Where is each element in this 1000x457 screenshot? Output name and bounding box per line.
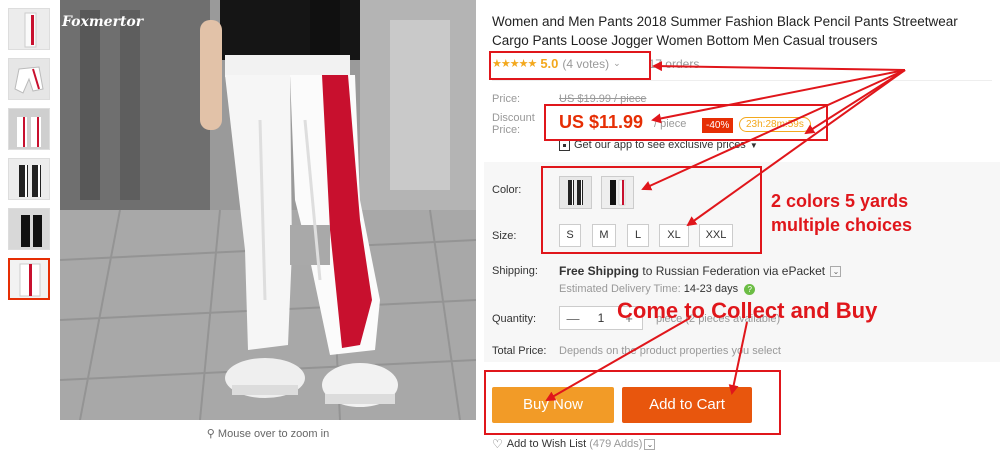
help-icon[interactable]: ? bbox=[744, 284, 756, 295]
thumbnail-2[interactable] bbox=[8, 58, 50, 100]
per-piece-unit: / piece bbox=[654, 118, 687, 130]
original-price: US $19.99 / piece bbox=[559, 93, 647, 105]
size-label: Size: bbox=[492, 230, 517, 242]
size-option-xl[interactable]: XL bbox=[659, 224, 689, 247]
shipping-info: Free Shipping to Russian Federation via … bbox=[559, 264, 842, 278]
main-product-image[interactable] bbox=[60, 0, 476, 420]
delivery-days: 14-23 days bbox=[683, 283, 739, 295]
wishlist-dropdown-icon[interactable]: ⌄ bbox=[644, 438, 656, 450]
votes-link[interactable]: (4 votes) bbox=[562, 57, 609, 71]
countdown-timer: 23h:28m:59s bbox=[739, 117, 811, 132]
color-option-2[interactable] bbox=[601, 176, 634, 209]
size-option-xxl[interactable]: XXL bbox=[699, 224, 733, 247]
quantity-decrease-button[interactable]: — bbox=[560, 311, 586, 326]
thumbnail-strip bbox=[8, 8, 52, 308]
shipping-dropdown-icon[interactable]: ⌄ bbox=[830, 266, 842, 278]
annotation-multiple-choices: multiple choices bbox=[771, 215, 913, 235]
size-option-s[interactable]: S bbox=[559, 224, 581, 247]
magnifier-icon: ⚲ bbox=[206, 428, 215, 440]
quantity-input[interactable]: 1 bbox=[586, 311, 616, 325]
divider bbox=[492, 80, 992, 81]
discount-badge: -40% bbox=[702, 118, 734, 133]
chevron-down-icon[interactable]: ⌄ bbox=[613, 58, 621, 69]
zoom-hint-label: Mouse over to zoom in bbox=[217, 428, 330, 440]
wishlist-label: Add to Wish List bbox=[506, 438, 587, 450]
brand-logo: Foxmertor bbox=[62, 14, 144, 30]
wishlist-count: (479 Adds) bbox=[589, 438, 643, 450]
orders-count: 17 orders bbox=[648, 56, 700, 71]
heart-icon: ♡ bbox=[492, 437, 503, 451]
thumbnail-3[interactable] bbox=[8, 108, 50, 150]
discount-label-line1: Discount bbox=[492, 112, 535, 124]
quantity-label: Quantity: bbox=[492, 313, 537, 325]
add-to-cart-button[interactable]: Add to Cart bbox=[622, 387, 752, 423]
app-promo-link[interactable]: Get our app to see exclusive prices ▼ bbox=[559, 139, 758, 151]
thumbnail-5[interactable] bbox=[8, 208, 50, 250]
color-option-1[interactable] bbox=[559, 176, 592, 209]
total-price-text: Depends on the product properties you se… bbox=[559, 345, 781, 357]
caret-down-icon: ▼ bbox=[749, 140, 758, 150]
buy-now-button[interactable]: Buy Now bbox=[492, 387, 614, 423]
rating-stars: ★★★★★ bbox=[492, 58, 537, 70]
delivery-info: Estimated Delivery Time: 14-23 days ? bbox=[559, 283, 756, 295]
qr-code-icon bbox=[559, 139, 570, 151]
price-label: Price: bbox=[492, 93, 521, 105]
delivery-label: Estimated Delivery Time: bbox=[559, 283, 681, 295]
product-title: Women and Men Pants 2018 Summer Fashion … bbox=[492, 14, 958, 48]
discount-price: US $11.99 bbox=[559, 112, 644, 132]
wishlist-link[interactable]: ♡ Add to Wish List (479 Adds) ⌄ bbox=[492, 437, 656, 451]
rating-row: ★★★★★ 5.0 (4 votes) ⌄ 17 orders bbox=[492, 56, 699, 71]
zoom-hint: ⚲ Mouse over to zoom in bbox=[60, 427, 476, 440]
size-option-m[interactable]: M bbox=[592, 224, 616, 247]
discount-label-line2: Price: bbox=[492, 124, 521, 136]
shipping-label: Shipping: bbox=[492, 265, 538, 277]
annotation-collect-buy: Come to Collect and Buy bbox=[617, 298, 878, 323]
thumbnail-1[interactable] bbox=[8, 8, 50, 50]
color-label: Color: bbox=[492, 184, 522, 196]
annotation-colors-sizes: 2 colors 5 yards bbox=[771, 191, 909, 211]
size-option-l[interactable]: L bbox=[627, 224, 649, 247]
shipping-destination: to Russian Federation via ePacket bbox=[642, 264, 826, 278]
rating-value: 5.0 bbox=[540, 56, 559, 71]
thumbnail-4[interactable] bbox=[8, 158, 50, 200]
thumbnail-6-active[interactable] bbox=[8, 258, 50, 300]
total-price-label: Total Price: bbox=[492, 345, 547, 357]
free-shipping-text: Free Shipping bbox=[559, 264, 640, 278]
app-promo-text: Get our app to see exclusive prices bbox=[574, 139, 746, 151]
product-detail-panel: Women and Men Pants 2018 Summer Fashion … bbox=[484, 0, 1000, 457]
